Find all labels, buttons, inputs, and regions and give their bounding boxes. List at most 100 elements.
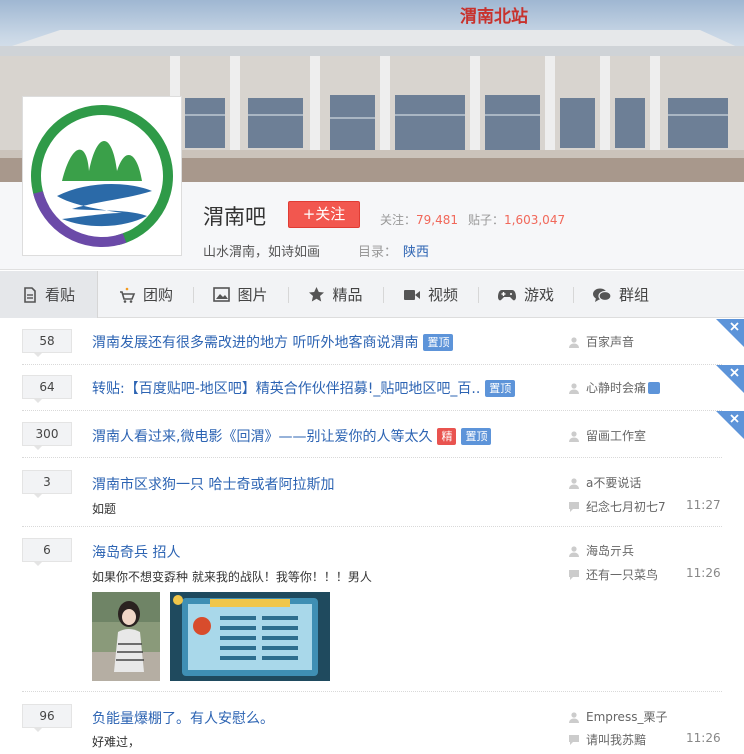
thread-excerpt: 如题: [92, 502, 117, 516]
tab-games[interactable]: 游戏: [478, 271, 573, 318]
cart-icon: [118, 286, 136, 304]
user-icon: [568, 711, 580, 723]
tab-posts[interactable]: 看贴: [0, 271, 98, 318]
user-icon: [568, 477, 580, 489]
thread-title[interactable]: 渭南发展还有很多需改进的地方 听听外地客商说渭南 置顶: [92, 332, 454, 352]
thread-title[interactable]: 渭南人看过来,微电影《回渭》——别让爱你的人等太久精置顶: [92, 426, 492, 446]
reply-count: 3: [22, 470, 72, 498]
directory-link[interactable]: 陕西: [403, 245, 429, 260]
tab-groups[interactable]: 群组: [573, 271, 668, 318]
thread-item: 58 渭南发展还有很多需改进的地方 听听外地客商说渭南 置顶 百家声音: [22, 319, 722, 365]
thread-author[interactable]: Empress_栗子: [568, 708, 667, 725]
pinned-badge: 置顶: [485, 380, 516, 397]
author-name[interactable]: a不要说话: [586, 474, 641, 491]
thread-item: 3 渭南市区求狗一只 哈士奇或者阿拉斯加 如题 a不要说话 纪念七月初七7 11…: [22, 458, 722, 527]
user-icon: [568, 382, 580, 394]
posts-label: 贴子：: [468, 213, 505, 227]
last-reply-user[interactable]: 还有一只菜鸟: [568, 566, 658, 583]
posts-count: 1,603,047: [504, 213, 566, 227]
thread-title-text[interactable]: 渭南发展还有很多需改进的地方 听听外地客商说渭南: [92, 335, 418, 351]
forum-name[interactable]: 渭南吧: [203, 201, 266, 231]
thread-item: 96 负能量爆棚了。有人安慰么。 好难过， Empress_栗子 请叫我苏黯 1…: [22, 692, 722, 754]
thread-excerpt: 如果你不想变孬种 就来我的战队！我等你！！！男人: [92, 570, 372, 584]
author-name[interactable]: 海岛亓兵: [586, 542, 634, 559]
close-corner-icon[interactable]: [716, 411, 744, 439]
thread-author[interactable]: 百家声音: [568, 333, 634, 350]
tab-group-buy[interactable]: 团购: [98, 271, 193, 318]
station-sign: 渭南北站: [460, 6, 528, 27]
follow-button[interactable]: +关注: [288, 201, 360, 228]
last-reply-time: 11:27: [686, 498, 721, 512]
last-reply-name[interactable]: 还有一只菜鸟: [586, 566, 658, 583]
thread-title[interactable]: 海岛奇兵 招人: [92, 542, 180, 562]
tab-video[interactable]: 视频: [383, 271, 478, 318]
thread-author[interactable]: 海岛亓兵: [568, 542, 634, 559]
tab-images[interactable]: 图片: [193, 271, 288, 318]
star-icon: [308, 286, 325, 303]
thread-photo-thumbnail[interactable]: [92, 592, 160, 681]
thread-title[interactable]: 负能量爆棚了。有人安慰么。: [92, 708, 274, 728]
directory-label: 目录：: [358, 245, 398, 260]
comment-icon: [568, 501, 580, 513]
verified-badge-icon: [648, 381, 661, 394]
last-reply-name[interactable]: 纪念七月初七7: [586, 498, 666, 515]
tab-label: 图片: [237, 286, 268, 304]
pinned-badge: 置顶: [461, 428, 492, 445]
tab-label: 团购: [142, 286, 173, 304]
tab-label: 精品: [332, 286, 363, 304]
comment-icon: [568, 569, 580, 581]
forum-directory: 目录： 陕西: [358, 241, 429, 260]
thread-item: 6 海岛奇兵 招人 如果你不想变孬种 就来我的战队！我等你！！！男人 海岛亓兵 …: [22, 527, 722, 692]
followers-count: 79,481: [416, 213, 459, 227]
thread-author[interactable]: 留画工作室: [568, 427, 646, 444]
user-icon: [568, 336, 580, 348]
reply-count: 6: [22, 538, 72, 566]
last-reply-time: 11:26: [686, 731, 721, 745]
tab-label: 群组: [618, 286, 649, 304]
tab-featured[interactable]: 精品: [288, 271, 383, 318]
author-name[interactable]: Empress_栗子: [586, 708, 667, 725]
close-corner-icon[interactable]: [716, 319, 744, 347]
gamepad-icon: [497, 288, 517, 302]
author-name[interactable]: 留画工作室: [586, 427, 646, 444]
reply-count: 96: [22, 704, 72, 732]
followers-stat: 关注：79,481: [380, 211, 458, 228]
user-icon: [568, 545, 580, 557]
reply-count: 300: [22, 422, 72, 450]
tab-label: 看贴: [44, 286, 75, 304]
comment-icon: [568, 734, 580, 746]
chat-icon: [592, 287, 612, 303]
followers-label: 关注：: [380, 213, 417, 227]
last-reply-name[interactable]: 请叫我苏黯: [586, 731, 646, 748]
forum-logo[interactable]: [22, 96, 182, 256]
reply-count: 58: [22, 329, 72, 357]
featured-badge: 精: [437, 428, 457, 445]
thread-author[interactable]: 心静时会痛: [568, 379, 661, 396]
document-icon: [22, 286, 38, 303]
author-name[interactable]: 百家声音: [586, 333, 634, 350]
thread-title[interactable]: 渭南市区求狗一只 哈士奇或者阿拉斯加: [92, 474, 334, 494]
video-icon: [403, 288, 421, 302]
thread-title[interactable]: 转贴:【百度贴吧-地区吧】精英合作伙伴招募!_贴吧地区吧_百.. 置顶: [92, 378, 516, 398]
last-reply-time: 11:26: [686, 566, 721, 580]
thread-item: 64 转贴:【百度贴吧-地区吧】精英合作伙伴招募!_贴吧地区吧_百.. 置顶 心静…: [22, 365, 722, 411]
thread-item: 300 渭南人看过来,微电影《回渭》——别让爱你的人等太久精置顶 留画工作室: [22, 411, 722, 458]
user-icon: [568, 430, 580, 442]
last-reply-user[interactable]: 纪念七月初七7: [568, 498, 666, 515]
game-screenshot-thumbnail[interactable]: [170, 592, 330, 681]
image-icon: [213, 287, 231, 302]
thread-excerpt: 好难过，: [92, 735, 141, 749]
close-corner-icon[interactable]: [716, 365, 744, 393]
forum-slogan: 山水渭南，如诗如画: [203, 245, 321, 260]
thread-title-text[interactable]: 转贴:【百度贴吧-地区吧】精英合作伙伴招募!_贴吧地区吧_百..: [92, 381, 480, 397]
last-reply-user[interactable]: 请叫我苏黯: [568, 731, 646, 748]
tab-label: 视频: [427, 286, 458, 304]
thread-author[interactable]: a不要说话: [568, 474, 641, 491]
forum-tabs: 看贴 团购 图片 精品 视频 游戏 群组: [0, 271, 744, 318]
author-name[interactable]: 心静时会痛: [586, 379, 646, 396]
thread-title-text[interactable]: 渭南人看过来,微电影《回渭》——别让爱你的人等太久: [92, 429, 432, 445]
tab-label: 游戏: [523, 286, 554, 304]
reply-count: 64: [22, 375, 72, 403]
posts-stat: 贴子：1,603,047: [468, 211, 565, 228]
pinned-badge: 置顶: [423, 334, 454, 351]
